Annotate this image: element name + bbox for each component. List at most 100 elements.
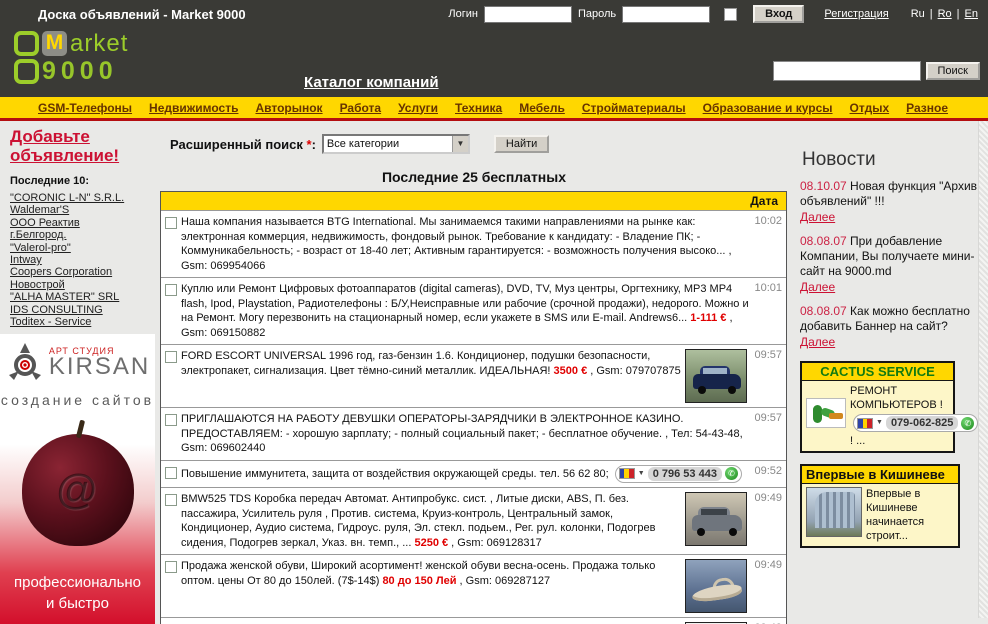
ad-link[interactable]: Повышение иммунитета, защита от воздейст… <box>181 465 751 484</box>
phone-badge[interactable]: ▼ 079-062-825 ✆ <box>853 414 978 432</box>
ad-price: 80 до 150 Лей <box>382 575 456 587</box>
cactus-ad-text2: ! ... <box>850 434 978 448</box>
ad-row: BMW525 TDS Коробка передач Автомат. Анти… <box>161 487 786 554</box>
nav-education[interactable]: Образование и курсы <box>703 101 833 115</box>
ad-row: Наша компания называется BTG Internation… <box>161 210 786 277</box>
ad-price: 3500 € <box>554 365 588 377</box>
nav-gsm[interactable]: GSM-Телефоны <box>38 101 132 115</box>
nav-furniture[interactable]: Мебель <box>519 101 565 115</box>
ad-checkbox[interactable] <box>165 494 177 506</box>
cactus-ad-text: РЕМОНТ КОМПЬЮТЕРОВ ! <box>850 384 978 412</box>
scrollbar-track[interactable] <box>978 121 988 618</box>
ad-thumbnail-car[interactable] <box>685 492 747 546</box>
news-date: 08.10.07 <box>800 179 847 193</box>
kirsan-banner-ad[interactable]: АРТ СТУДИЯ KIRSAN создание сайтов @ проф… <box>0 334 155 624</box>
register-link[interactable]: Регистрация <box>824 8 888 20</box>
password-input[interactable] <box>622 6 710 23</box>
nav-auto[interactable]: Авторынок <box>255 101 322 115</box>
nav-leisure[interactable]: Отдых <box>850 101 890 115</box>
ad-thumbnail-shoe[interactable] <box>685 559 747 613</box>
left-sidebar: Добавьте объявление! Последние 10: "CORO… <box>0 121 158 624</box>
lang-en[interactable]: En <box>965 8 978 20</box>
logo-9000: 9000 <box>42 59 118 84</box>
news-item: 08.08.07 При добавление Компании, Вы пол… <box>800 234 980 295</box>
ad-row: Продажа женской обуви, Широкий асортимен… <box>161 554 786 617</box>
select-dropdown-icon[interactable]: ▼ <box>452 136 468 152</box>
ad-checkbox[interactable] <box>165 414 177 426</box>
logo-m-icon: M <box>42 31 67 56</box>
company-link[interactable]: ООО Реактив <box>10 217 154 229</box>
ad-link[interactable]: ПРИГЛАШАЮТСЯ НА РАБОТУ ДЕВУШКИ ОПЕРАТОРЫ… <box>181 412 751 456</box>
nav-misc[interactable]: Разное <box>906 101 948 115</box>
ad-checkbox[interactable] <box>165 351 177 363</box>
company-link[interactable]: "ALHA MASTER" SRL <box>10 291 154 303</box>
nav-materials[interactable]: Стройматериалы <box>582 101 686 115</box>
ad-time: 09:49 <box>751 492 785 504</box>
phone-badge[interactable]: ▼ 0 796 53 443 ✆ <box>615 465 742 484</box>
nav-services[interactable]: Услуги <box>398 101 438 115</box>
nav-tech[interactable]: Техника <box>455 101 502 115</box>
ad-time: 09:52 <box>751 465 785 477</box>
kirsan-subtitle: создание сайтов <box>0 392 155 408</box>
kishinev-ad[interactable]: Впервые в Кишиневе Впервые в Кишиневе на… <box>800 464 960 548</box>
car-wheel <box>728 386 736 394</box>
nav-realty[interactable]: Недвижимость <box>149 101 238 115</box>
company-link[interactable]: г.Белгород. <box>10 229 154 241</box>
news-more-link[interactable]: Далее <box>800 280 835 295</box>
login-button[interactable]: Вход <box>753 5 804 23</box>
car-wheel <box>697 528 705 536</box>
site-search: Поиск <box>773 61 980 81</box>
ad-link[interactable]: BMW525 TDS Коробка передач Автомат. Анти… <box>181 492 681 550</box>
car-wheel <box>698 386 706 394</box>
lang-ro[interactable]: Ro <box>938 8 952 20</box>
ad-link[interactable]: Наша компания называется BTG Internation… <box>181 215 751 273</box>
add-ad-link[interactable]: Добавьте объявление! <box>10 127 154 165</box>
building-image <box>806 487 862 537</box>
company-link[interactable]: "Valerol-pro" <box>10 242 154 254</box>
ad-checkbox[interactable] <box>165 561 177 573</box>
cactus-service-ad[interactable]: CACTUS SERVICE РЕМОНТ КОМПЬЮТЕРОВ ! ▼ 07… <box>800 361 955 453</box>
market9000-logo[interactable]: M arket 9000 <box>14 31 128 87</box>
login-area: Логин Пароль Вход Регистрация Ru | Ro | … <box>448 5 978 23</box>
moldova-flag-icon <box>857 418 873 429</box>
catalog-link[interactable]: Каталог компаний <box>304 74 439 91</box>
company-link[interactable]: Toditex - Service <box>10 316 154 328</box>
login-input[interactable] <box>484 6 572 23</box>
ad-checkbox[interactable] <box>165 467 177 479</box>
lang-separator: | <box>957 8 960 20</box>
lang-ru[interactable]: Ru <box>911 8 925 20</box>
search-button[interactable]: Поиск <box>926 62 980 80</box>
category-select[interactable]: Все категории ▼ <box>322 134 470 154</box>
remember-checkbox[interactable] <box>724 8 737 21</box>
ad-link[interactable]: Продажа женской обуви, Широкий асортимен… <box>181 559 681 588</box>
apple-stem <box>75 420 84 439</box>
advanced-search-row: Расширенный поиск *: Все категории ▼ Най… <box>170 134 788 154</box>
last10-title: Последние 10: <box>10 175 154 187</box>
search-input[interactable] <box>773 61 921 81</box>
ad-link[interactable]: Куплю или Ремонт Цифровых фотоаппаратов … <box>181 282 751 340</box>
company-link[interactable]: IDS CONSULTING <box>10 304 154 316</box>
ad-thumbnail-car[interactable] <box>685 349 747 403</box>
company-link[interactable]: Coopers Corporation <box>10 266 154 278</box>
company-link[interactable]: Новострой <box>10 279 154 291</box>
company-link[interactable]: "CORONIC L-N" S.R.L. <box>10 192 154 204</box>
ad-checkbox[interactable] <box>165 284 177 296</box>
car-wheel <box>729 528 737 536</box>
ad-row: FORD ESCORT UNIVERSAL 1996 год, газ-бенз… <box>161 344 786 407</box>
company-link[interactable]: Waldemar'S <box>10 204 154 216</box>
ad-price: 5250 € <box>414 537 448 549</box>
call-icon: ✆ <box>961 417 974 430</box>
ad-link[interactable]: FORD ESCORT UNIVERSAL 1996 год, газ-бенз… <box>181 349 681 378</box>
ad-time: 09:57 <box>751 349 785 361</box>
news-more-link[interactable]: Далее <box>800 335 835 350</box>
company-link[interactable]: Intway <box>10 254 154 266</box>
ad-time: 10:02 <box>751 215 785 227</box>
at-sign: @ <box>56 466 99 514</box>
news-more-link[interactable]: Далее <box>800 210 835 225</box>
news-item: 08.08.07 Как можно бесплатно добавить Ба… <box>800 304 980 350</box>
ad-checkbox[interactable] <box>165 217 177 229</box>
page: Доска объявлений - Market 9000 Логин Пар… <box>0 0 988 624</box>
find-button[interactable]: Найти <box>494 135 549 153</box>
nav-work[interactable]: Работа <box>340 101 382 115</box>
list-heading: Последние 25 бесплатных <box>160 169 788 185</box>
